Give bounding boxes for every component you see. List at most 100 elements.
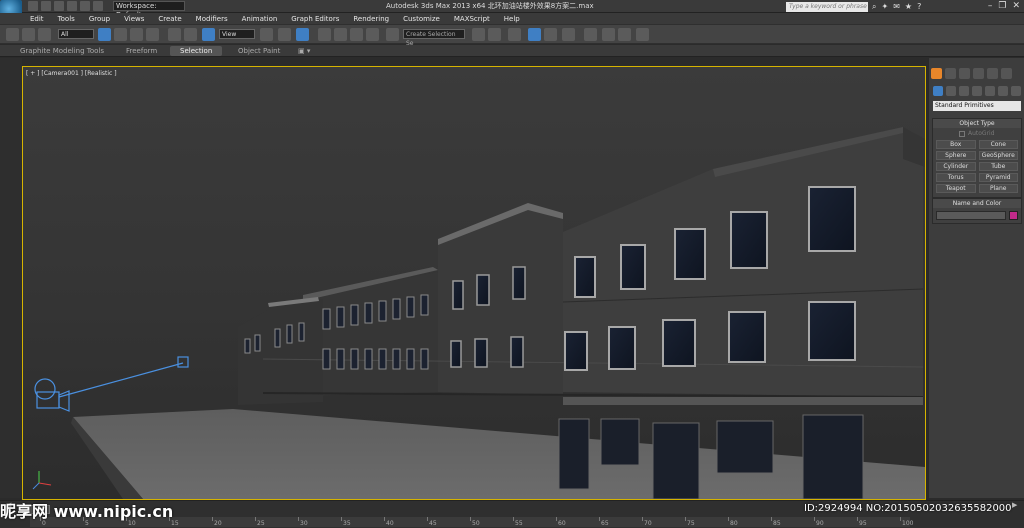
sphere-button[interactable]: Sphere <box>936 151 976 160</box>
tab-selection[interactable]: Selection <box>170 46 223 56</box>
select-link-icon[interactable] <box>6 28 19 41</box>
move-icon[interactable] <box>168 28 181 41</box>
align-icon[interactable] <box>488 28 501 41</box>
percent-snap-icon[interactable] <box>350 28 363 41</box>
bind-space-warp-icon[interactable] <box>38 28 51 41</box>
menu-group[interactable]: Group <box>89 15 110 23</box>
object-type-title[interactable]: Object Type <box>933 119 1021 128</box>
workspace-dropdown[interactable]: Workspace: Default <box>113 1 185 19</box>
help-icon[interactable]: ? <box>917 2 921 12</box>
select-object-icon[interactable] <box>98 28 111 41</box>
save-file-icon[interactable] <box>54 1 64 11</box>
menu-graph-editors[interactable]: Graph Editors <box>291 15 339 23</box>
pyramid-button[interactable]: Pyramid <box>978 173 1018 182</box>
material-editor-icon[interactable] <box>584 28 597 41</box>
menu-modifiers[interactable]: Modifiers <box>196 15 228 23</box>
lights-icon[interactable] <box>959 86 969 96</box>
object-color-swatch[interactable] <box>1009 211 1018 220</box>
render-production-icon[interactable] <box>636 28 649 41</box>
named-selection-dropdown[interactable]: Create Selection Se <box>403 29 465 47</box>
tab-graphite-modeling-tools[interactable]: Graphite Modeling Tools <box>20 46 104 56</box>
motion-tab-icon[interactable] <box>973 68 984 79</box>
scale-icon[interactable] <box>202 28 215 41</box>
edit-named-selection-icon[interactable] <box>386 28 399 41</box>
primitive-category-dropdown[interactable]: Standard Primitives <box>933 101 1021 111</box>
utilities-tab-icon[interactable] <box>1001 68 1012 79</box>
space-warps-icon[interactable] <box>998 86 1008 96</box>
menu-maxscript[interactable]: MAXScript <box>454 15 490 23</box>
timeline-tick <box>728 517 729 521</box>
name-color-title[interactable]: Name and Color <box>933 199 1021 208</box>
menu-rendering[interactable]: Rendering <box>353 15 389 23</box>
menu-help[interactable]: Help <box>504 15 520 23</box>
open-file-icon[interactable] <box>41 1 51 11</box>
angle-snap-icon[interactable] <box>334 28 347 41</box>
teapot-button[interactable]: Teapot <box>936 184 976 193</box>
main-toolbar: All View Create Selection Se <box>0 24 1024 47</box>
project-folder-icon[interactable] <box>93 1 103 11</box>
menu-create[interactable]: Create <box>158 15 181 23</box>
selection-filter-dropdown[interactable]: All <box>58 29 94 39</box>
tab-freeform[interactable]: Freeform <box>126 46 157 56</box>
tube-button[interactable]: Tube <box>978 162 1018 171</box>
mirror-icon[interactable] <box>472 28 485 41</box>
keyboard-shortcut-override-icon[interactable] <box>296 28 309 41</box>
geosphere-button[interactable]: GeoSphere <box>978 151 1018 160</box>
restore-icon[interactable]: ❐ <box>998 1 1006 11</box>
new-file-icon[interactable] <box>28 1 38 11</box>
geometry-icon[interactable] <box>933 86 943 96</box>
unlink-icon[interactable] <box>22 28 35 41</box>
menu-animation[interactable]: Animation <box>242 15 278 23</box>
reference-coordinate-dropdown[interactable]: View <box>219 29 255 39</box>
communication-icon[interactable]: ✉ <box>893 2 900 12</box>
plane-button[interactable]: Plane <box>978 184 1018 193</box>
selection-region-icon[interactable] <box>130 28 143 41</box>
favorites-icon[interactable]: ★ <box>905 2 912 12</box>
cone-button[interactable]: Cone <box>978 140 1018 149</box>
modify-tab-icon[interactable] <box>945 68 956 79</box>
menu-views[interactable]: Views <box>124 15 144 23</box>
curve-editor-icon[interactable] <box>544 28 557 41</box>
rotate-icon[interactable] <box>184 28 197 41</box>
hierarchy-tab-icon[interactable] <box>959 68 970 79</box>
cylinder-button[interactable]: Cylinder <box>936 162 976 171</box>
redo-icon[interactable] <box>80 1 90 11</box>
schematic-view-icon[interactable] <box>562 28 575 41</box>
render-setup-icon[interactable] <box>602 28 615 41</box>
camera-viewport[interactable]: [ + ] [Camera001 ] [Realistic ] <box>22 66 926 500</box>
box-button[interactable]: Box <box>936 140 976 149</box>
helpers-icon[interactable] <box>985 86 995 96</box>
autogrid-checkbox[interactable]: AutoGrid <box>933 130 1021 137</box>
close-icon[interactable]: ✕ <box>1012 1 1020 11</box>
layer-manager-icon[interactable] <box>508 28 521 41</box>
tab-object-paint[interactable]: Object Paint <box>238 46 280 56</box>
undo-icon[interactable] <box>67 1 77 11</box>
snaps-toggle-icon[interactable] <box>318 28 331 41</box>
systems-icon[interactable] <box>1011 86 1021 96</box>
cameras-icon[interactable] <box>972 86 982 96</box>
menu-edit[interactable]: Edit <box>30 15 44 23</box>
pivot-center-icon[interactable] <box>260 28 273 41</box>
window-crossing-icon[interactable] <box>146 28 159 41</box>
create-tab-icon[interactable] <box>931 68 942 79</box>
spinner-snap-icon[interactable] <box>366 28 379 41</box>
torus-button[interactable]: Torus <box>936 173 976 182</box>
timeline-tick <box>427 517 428 521</box>
search-input[interactable]: Type a keyword or phrase <box>786 2 868 12</box>
menu-tools[interactable]: Tools <box>58 15 75 23</box>
graphite-ribbon-icon[interactable] <box>528 28 541 41</box>
viewport-label[interactable]: [ + ] [Camera001 ] [Realistic ] <box>26 70 117 77</box>
display-tab-icon[interactable] <box>987 68 998 79</box>
ribbon-options-icon[interactable]: ▣ ▾ <box>298 46 310 56</box>
rendered-frame-window-icon[interactable] <box>618 28 631 41</box>
select-manipulate-icon[interactable] <box>278 28 291 41</box>
subscription-icon[interactable]: ✦ <box>881 2 888 12</box>
shapes-icon[interactable] <box>946 86 956 96</box>
time-slider-next-icon[interactable]: ▶ <box>1012 501 1017 509</box>
watermark-id: ID:2924994 NO:20150502032635582000 <box>804 503 1012 514</box>
object-name-input[interactable] <box>936 211 1006 220</box>
minimize-icon[interactable]: – <box>988 1 993 11</box>
search-icon[interactable]: ⌕ <box>872 2 876 12</box>
menu-customize[interactable]: Customize <box>403 15 440 23</box>
select-by-name-icon[interactable] <box>114 28 127 41</box>
